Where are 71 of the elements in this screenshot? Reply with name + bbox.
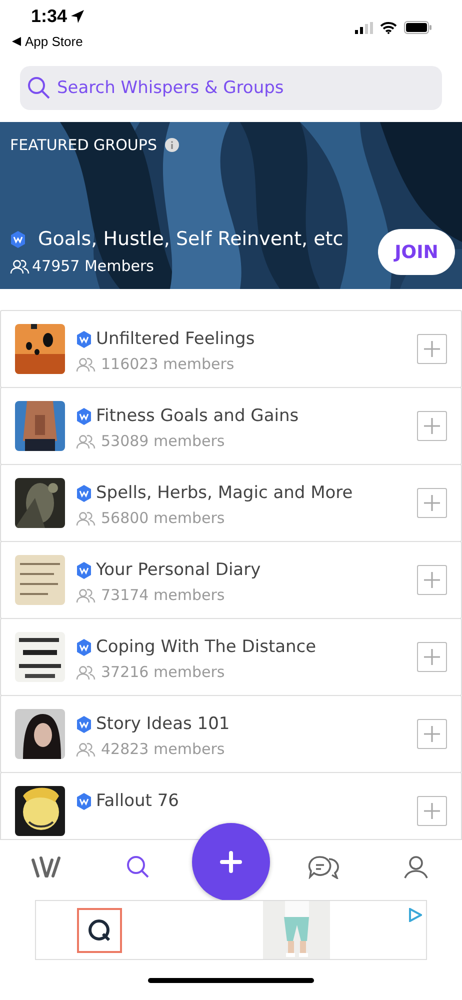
people-icon bbox=[76, 742, 96, 756]
people-icon bbox=[76, 434, 96, 448]
member-count: 73174 members bbox=[101, 586, 225, 604]
member-count: 53089 members bbox=[101, 432, 225, 450]
plus-icon bbox=[423, 340, 441, 358]
add-button[interactable] bbox=[417, 796, 447, 826]
plus-icon bbox=[423, 725, 441, 743]
chat-bubbles-icon[interactable] bbox=[308, 855, 340, 879]
plus-icon bbox=[423, 802, 441, 820]
info-icon[interactable] bbox=[164, 138, 179, 152]
plus-icon bbox=[220, 851, 242, 873]
group-row[interactable]: Fitness Goals and Gains 53089 members bbox=[0, 387, 462, 465]
signal-icon bbox=[355, 22, 373, 34]
group-row[interactable]: Unfiltered Feelings 116023 members bbox=[0, 310, 462, 388]
plus-icon bbox=[423, 494, 441, 512]
people-icon bbox=[76, 356, 96, 372]
verified-badge-icon bbox=[76, 638, 92, 656]
people-icon bbox=[76, 664, 96, 680]
add-button[interactable] bbox=[417, 488, 447, 518]
verified-badge-icon bbox=[10, 230, 26, 248]
group-row[interactable]: Fallout 76 bbox=[0, 772, 462, 839]
member-count: 42823 members bbox=[101, 740, 225, 758]
verified-badge-icon bbox=[76, 330, 92, 348]
group-name: Your Personal Diary bbox=[96, 560, 261, 580]
ad-banner[interactable] bbox=[35, 900, 427, 960]
ad-choices-icon[interactable] bbox=[408, 908, 422, 922]
group-name: Unfiltered Feelings bbox=[96, 329, 255, 349]
add-button[interactable] bbox=[417, 565, 447, 595]
member-count: 37216 members bbox=[101, 663, 225, 681]
verified-badge-icon bbox=[76, 562, 92, 578]
back-link[interactable]: App Store bbox=[25, 34, 83, 49]
search-icon bbox=[27, 76, 51, 100]
add-button[interactable] bbox=[417, 334, 447, 364]
group-row[interactable]: Your Personal Diary 73174 members bbox=[0, 541, 462, 619]
compose-button[interactable] bbox=[192, 823, 270, 901]
section-heading: FEATURED GROUPS bbox=[10, 136, 157, 154]
plus-icon bbox=[423, 417, 441, 435]
add-button[interactable] bbox=[417, 642, 447, 672]
verified-badge-icon bbox=[76, 408, 92, 424]
member-count: 56800 members bbox=[101, 509, 225, 527]
people-icon bbox=[76, 510, 96, 526]
battery-icon bbox=[404, 21, 432, 34]
verified-badge-icon bbox=[76, 792, 92, 810]
verified-badge-icon bbox=[76, 716, 92, 732]
member-count: 47957 Members bbox=[32, 257, 154, 275]
plus-icon bbox=[423, 571, 441, 589]
member-count: 116023 members bbox=[101, 355, 234, 373]
search-field[interactable]: Search Whispers & Groups bbox=[20, 66, 442, 110]
group-name: Story Ideas 101 bbox=[96, 714, 230, 734]
group-name[interactable]: Goals, Hustle, Self Reinvent, etc bbox=[38, 228, 344, 250]
q-logo-icon bbox=[77, 908, 122, 953]
clock-time: 1:34 bbox=[31, 6, 68, 27]
group-name: Fitness Goals and Gains bbox=[96, 406, 299, 426]
people-icon bbox=[76, 588, 96, 602]
w-logo-icon[interactable] bbox=[31, 856, 61, 878]
group-name: Spells, Herbs, Magic and More bbox=[96, 483, 353, 503]
group-name: Fallout 76 bbox=[96, 791, 179, 811]
people-icon bbox=[10, 258, 30, 274]
search-icon[interactable] bbox=[126, 855, 150, 879]
group-row[interactable]: Story Ideas 101 42823 members bbox=[0, 695, 462, 773]
add-button[interactable] bbox=[417, 411, 447, 441]
profile-icon[interactable] bbox=[404, 855, 428, 879]
add-button[interactable] bbox=[417, 719, 447, 749]
group-row[interactable]: Spells, Herbs, Magic and More 56800 members bbox=[0, 464, 462, 542]
wifi-icon bbox=[380, 22, 397, 34]
plus-icon bbox=[423, 648, 441, 666]
back-triangle-icon[interactable] bbox=[12, 37, 21, 46]
verified-badge-icon bbox=[76, 484, 92, 502]
location-arrow-icon bbox=[71, 10, 84, 23]
group-name: Coping With The Distance bbox=[96, 637, 316, 657]
group-row[interactable]: Coping With The Distance 37216 members bbox=[0, 618, 462, 696]
